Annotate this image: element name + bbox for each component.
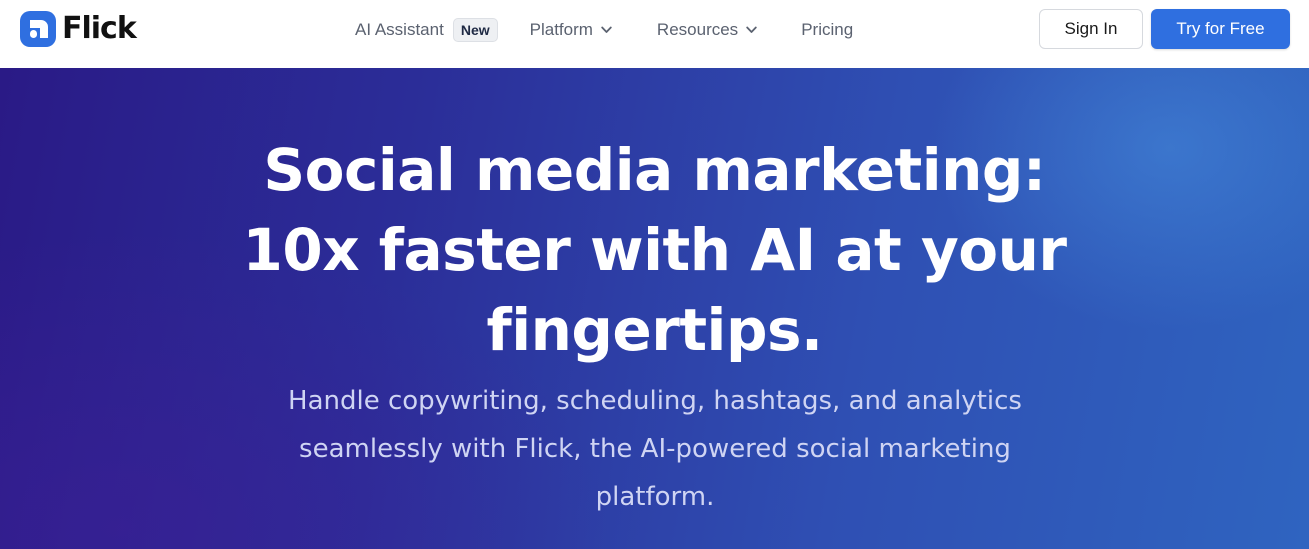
flick-logo-icon: [20, 11, 56, 47]
top-navbar: Flick AI Assistant New Platform Resource…: [0, 0, 1309, 68]
chevron-down-icon: [601, 26, 612, 33]
flick-logo-link[interactable]: Flick: [20, 11, 137, 47]
nav-resources-label: Resources: [656, 20, 739, 39]
hero-subtitle: Handle copywriting, scheduling, hashtags…: [255, 377, 1055, 521]
try-for-free-button[interactable]: Try for Free: [1151, 9, 1290, 49]
hero-title-line: fingertips.: [486, 296, 823, 364]
nav-platform-label: Platform: [529, 20, 593, 39]
hero-section: Social media marketing: 10x faster with …: [0, 68, 1309, 549]
sign-in-button[interactable]: Sign In: [1039, 9, 1143, 49]
nav-ai-assistant[interactable]: AI Assistant New: [355, 18, 498, 42]
hero-title-line: Social media marketing:: [263, 136, 1046, 204]
hero-title: Social media marketing: 10x faster with …: [0, 130, 1309, 370]
nav-resources-dropdown[interactable]: Resources: [657, 20, 757, 40]
brand-name: Flick: [62, 11, 137, 46]
nav-platform-dropdown[interactable]: Platform: [530, 20, 612, 40]
hero-title-line: 10x faster with AI at your: [242, 216, 1067, 284]
hero-subtitle-line: seamlessly with Flick, the AI-powered so…: [299, 434, 1011, 464]
nav-pricing-label: Pricing: [801, 20, 854, 39]
hero-subtitle-line: Handle copywriting, scheduling, hashtags…: [288, 386, 1022, 416]
new-badge: New: [452, 18, 498, 42]
nav-ai-assistant-label: AI Assistant: [355, 20, 444, 39]
hero-subtitle-line: platform.: [595, 482, 715, 512]
main-nav: AI Assistant New Platform Resources Pric…: [355, 0, 853, 60]
chevron-down-icon: [746, 26, 757, 33]
nav-pricing[interactable]: Pricing: [801, 20, 853, 40]
